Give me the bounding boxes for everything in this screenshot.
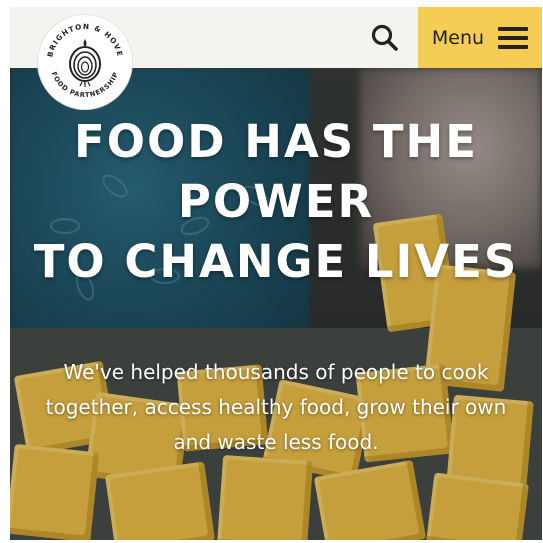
onion-logo-icon: BRIGHTON & HOVE FOOD PARTNERSHIP xyxy=(45,22,123,99)
hero-headline-line-2: POWER xyxy=(177,175,375,228)
hero-headline: FOOD HAS THE POWER TO CHANGE LIVES xyxy=(10,112,542,292)
hero-subcopy: We've helped thousands of people to cook… xyxy=(45,360,507,454)
hero-headline-line-1: FOOD HAS THE xyxy=(74,115,478,168)
site-logo[interactable]: BRIGHTON & HOVE FOOD PARTNERSHIP xyxy=(38,15,132,109)
hero-headline-line-3: TO CHANGE LIVES xyxy=(33,235,519,288)
hamburger-icon xyxy=(498,26,529,49)
menu-button[interactable]: Menu xyxy=(418,7,542,68)
search-icon xyxy=(371,24,398,51)
search-button[interactable] xyxy=(368,21,402,55)
page-frame: FOOD HAS THE POWER TO CHANGE LIVES We've… xyxy=(10,7,542,540)
menu-label: Menu xyxy=(431,26,485,49)
